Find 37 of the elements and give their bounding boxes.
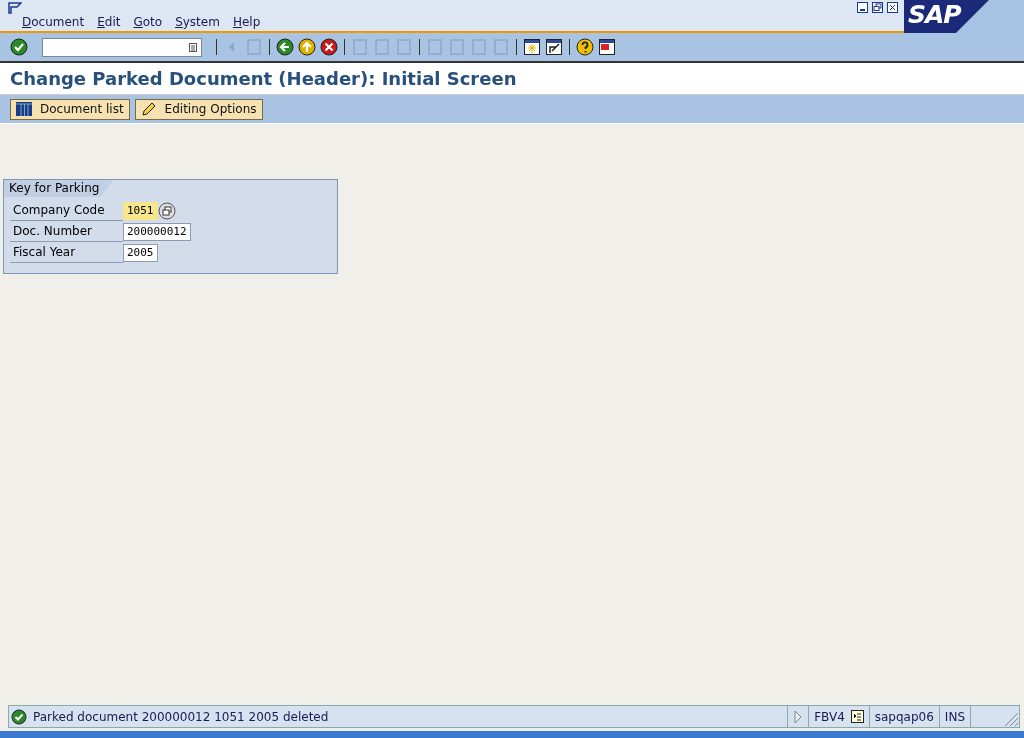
transaction-code: FBV4 — [814, 709, 845, 724]
menu-item[interactable]: Help — [232, 15, 261, 29]
input-field[interactable]: 200000012 — [123, 222, 191, 241]
close-icon[interactable] — [887, 2, 898, 13]
menu-item[interactable]: Document — [22, 15, 85, 29]
editing-options-button[interactable]: Editing Options — [134, 98, 263, 120]
document-list-button[interactable]: Document list — [10, 98, 130, 120]
help-icon[interactable] — [576, 38, 594, 56]
screen-title: Change Parked Document (Header): Initial Screen — [0, 63, 1024, 95]
status-message: Parked document 200000012 1051 2005 deleted — [33, 709, 329, 724]
command-field[interactable] — [42, 37, 202, 57]
value-help-icon[interactable] — [157, 201, 176, 220]
menu-item[interactable]: Goto — [133, 15, 163, 29]
shortcut-icon[interactable] — [545, 38, 563, 56]
success-icon — [11, 708, 27, 725]
server-name: sapqap06 — [874, 709, 934, 724]
enter-icon[interactable] — [10, 38, 28, 56]
input-field[interactable]: 1051 — [123, 201, 158, 220]
exit-icon[interactable] — [298, 38, 316, 56]
pencil-icon — [140, 102, 157, 116]
sap-logo: SAP — [907, 0, 961, 29]
menu-icon[interactable] — [8, 2, 22, 14]
minimize-icon[interactable] — [857, 2, 868, 13]
list-icon[interactable] — [850, 710, 864, 723]
group-title: Key for Parking — [4, 180, 114, 197]
session-icon[interactable] — [523, 38, 541, 56]
input-mode: INS — [944, 709, 965, 724]
document-icon[interactable] — [189, 42, 197, 52]
cancel-icon[interactable] — [320, 38, 338, 56]
expand-arrow-icon[interactable] — [793, 709, 804, 724]
layout-icon[interactable] — [598, 38, 616, 56]
menu-item[interactable]: Edit — [97, 15, 121, 29]
list-icon — [16, 102, 32, 116]
back-icon[interactable] — [276, 38, 294, 56]
restore-icon[interactable] — [872, 2, 883, 13]
input-field[interactable]: 2005 — [123, 243, 158, 262]
menu-item[interactable]: System — [175, 15, 220, 29]
